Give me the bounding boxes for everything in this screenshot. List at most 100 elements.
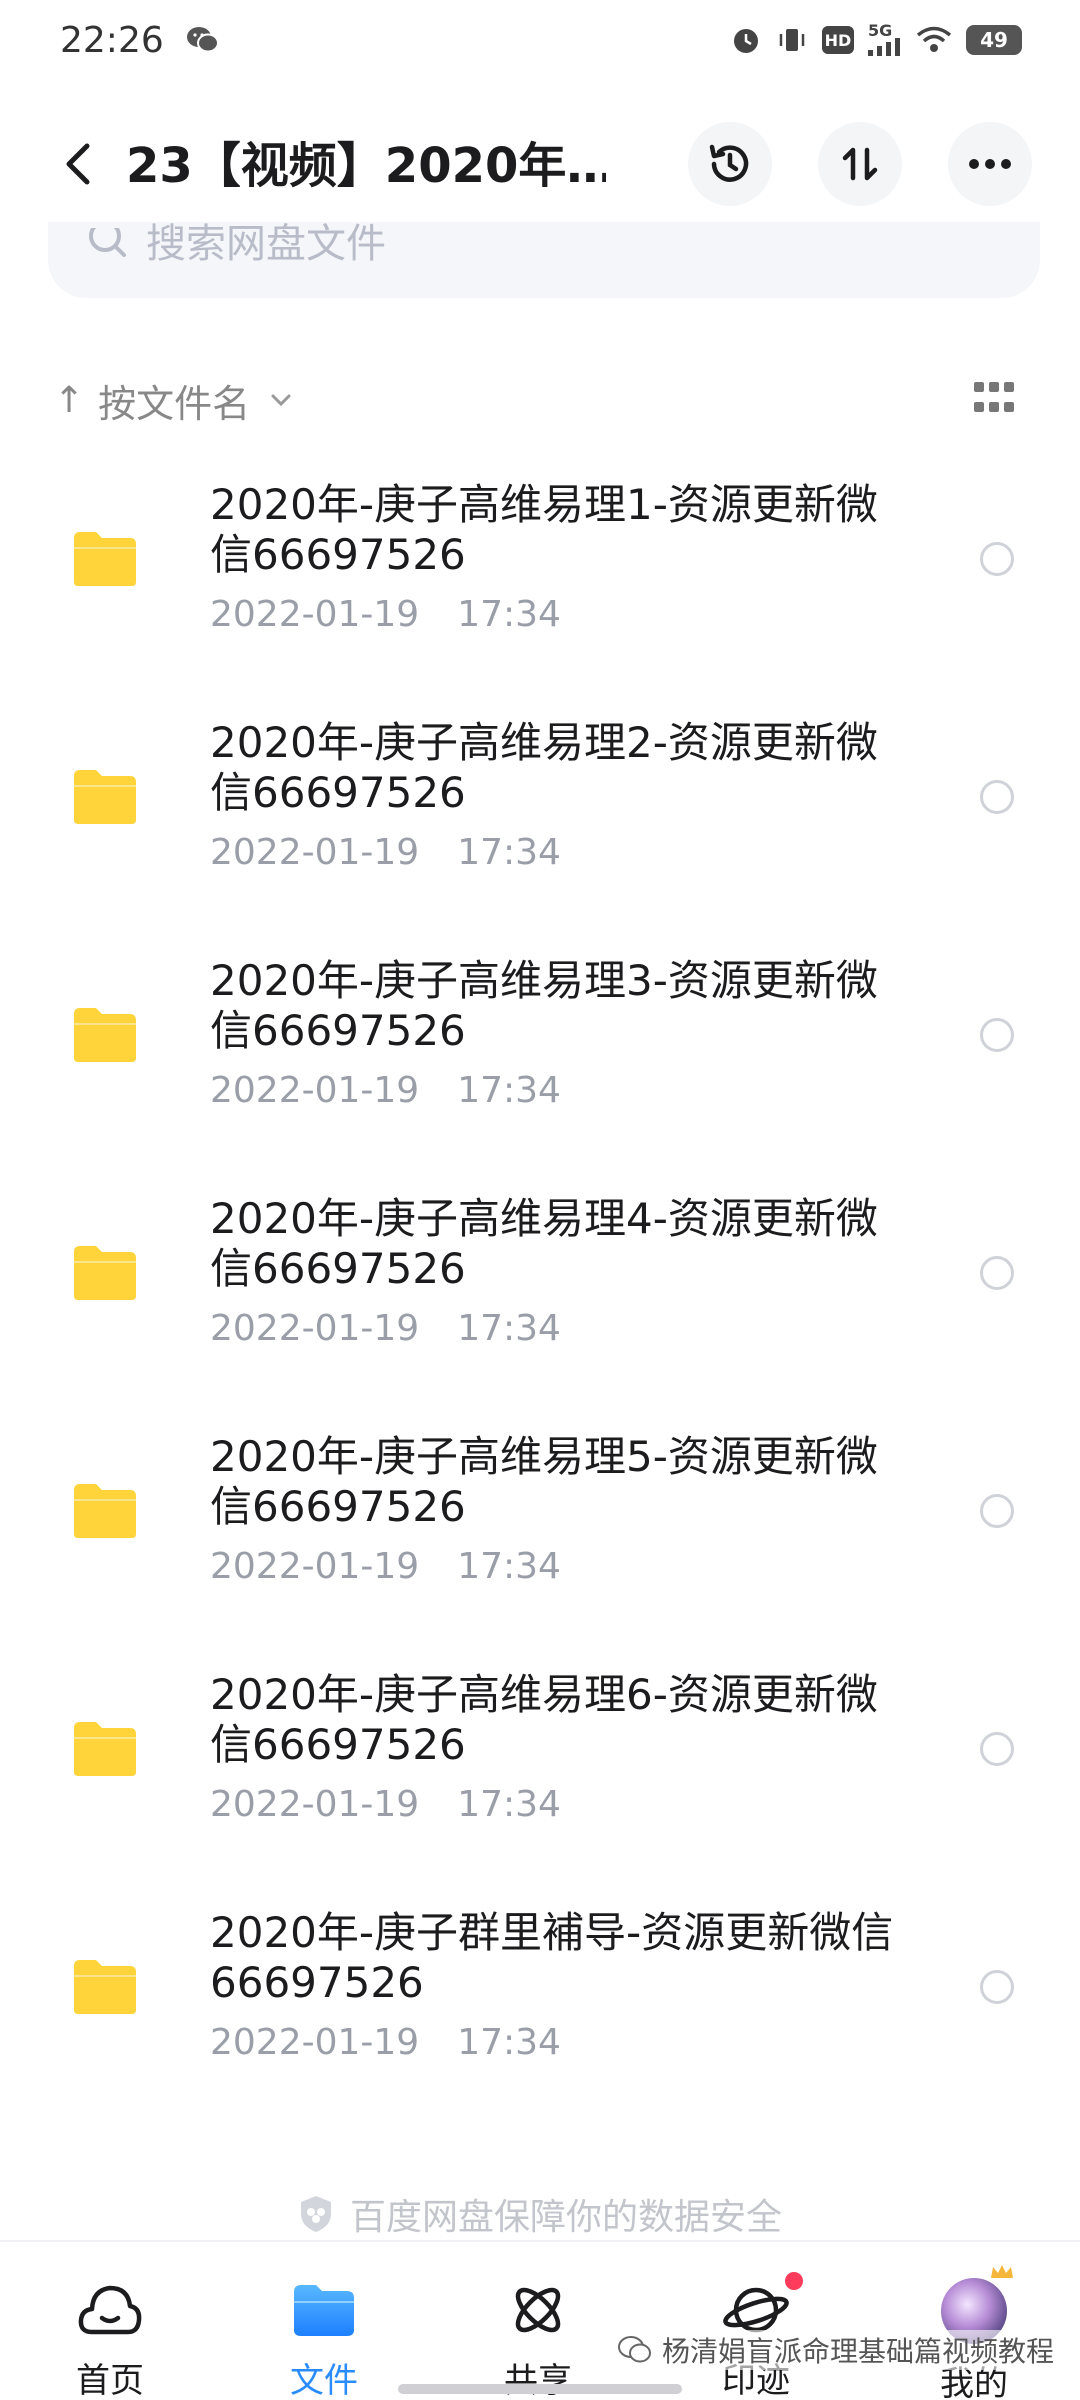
status-bar: 22:26 HD 5G 49: [0, 0, 1080, 80]
file-date: 2022-01-19: [210, 2022, 420, 2063]
sort-arrows-icon: [842, 147, 878, 181]
folder-icon: [74, 1484, 136, 1538]
grid-icon: [974, 382, 984, 392]
file-time: 17:34: [457, 1784, 561, 1825]
folder-icon: [74, 1722, 136, 1776]
file-meta: 2022-01-19 17:34: [210, 1546, 561, 1587]
sort-button[interactable]: [818, 122, 902, 206]
file-date: 2022-01-19: [210, 594, 420, 635]
search-icon: [89, 228, 126, 257]
select-radio[interactable]: [980, 1018, 1014, 1052]
battery-indicator: 49: [966, 25, 1022, 55]
watermark: 杨清娟盲派命理基础篇视频教程: [618, 2330, 1055, 2370]
list-item[interactable]: 2020年-庚子高维易理1-资源更新微信66697526 2022-01-19 …: [0, 468, 1080, 706]
select-radio[interactable]: [980, 542, 1014, 576]
file-name: 2020年-庚子高维易理6-资源更新微信66697526: [210, 1670, 878, 1769]
nav-mine[interactable]: 我的: [904, 2242, 1044, 2400]
file-date: 2022-01-19: [210, 832, 420, 873]
file-name: 2020年-庚子高维易理4-资源更新微信66697526: [210, 1194, 878, 1293]
nav-files[interactable]: 文件: [254, 2242, 394, 2400]
folder-tab-icon: [289, 2278, 359, 2341]
list-item[interactable]: 2020年-庚子高维易理6-资源更新微信66697526 2022-01-19 …: [0, 1658, 1080, 1896]
signal-icon: 5G: [868, 21, 902, 56]
nav-files-label: 文件: [290, 2361, 358, 2400]
select-radio[interactable]: [980, 780, 1014, 814]
folder-icon: [74, 770, 136, 824]
vibrate-icon: [776, 24, 808, 56]
select-radio[interactable]: [980, 1732, 1014, 1766]
more-icon: [969, 159, 1011, 169]
file-date: 2022-01-19: [210, 1070, 420, 1111]
status-time: 22:26: [60, 19, 164, 61]
file-meta: 2022-01-19 17:34: [210, 1070, 561, 1111]
wechat-logo-icon: [618, 2336, 651, 2363]
file-meta: 2022-01-19 17:34: [210, 1784, 561, 1825]
select-radio[interactable]: [980, 1494, 1014, 1528]
folder-icon: [74, 1246, 136, 1300]
file-time: 17:34: [457, 1308, 561, 1349]
sort-direction-icon: ↑: [54, 379, 85, 421]
page-title: 23【视频】2020年…: [126, 138, 606, 194]
file-meta: 2022-01-19 17:34: [210, 832, 561, 873]
nav-home-label: 首页: [76, 2361, 144, 2400]
network-label: 5G: [868, 21, 893, 40]
file-name: 2020年-庚子高维易理5-资源更新微信66697526: [210, 1432, 878, 1531]
watermark-text: 杨清娟盲派命理基础篇视频教程: [662, 2335, 1055, 2368]
nav-share[interactable]: 共享: [468, 2242, 608, 2400]
file-time: 17:34: [457, 2022, 561, 2063]
file-name: 2020年-庚子高维易理1-资源更新微信66697526: [210, 480, 878, 579]
bottom-nav: 首页 文件 共享 印迹 我的: [0, 2240, 1080, 2400]
alarm-icon: [730, 24, 762, 56]
file-meta: 2022-01-19 17:34: [210, 594, 561, 635]
search-input[interactable]: [146, 222, 846, 270]
file-list: 2020年-庚子高维易理1-资源更新微信66697526 2022-01-19 …: [0, 468, 1080, 2134]
status-right: HD 5G 49: [730, 21, 1022, 56]
list-item[interactable]: 2020年-庚子群里補导-资源更新微信66697526 2022-01-19 1…: [0, 1896, 1080, 2134]
chevron-left-icon: [66, 143, 90, 185]
list-item[interactable]: 2020年-庚子高维易理4-资源更新微信66697526 2022-01-19 …: [0, 1182, 1080, 1420]
file-time: 17:34: [457, 594, 561, 635]
file-name: 2020年-庚子高维易理3-资源更新微信66697526: [210, 956, 878, 1055]
file-date: 2022-01-19: [210, 1784, 420, 1825]
security-text: 百度网盘保障你的数据安全: [349, 2197, 782, 2238]
sort-by-name-toggle[interactable]: ↑ 按文件名: [54, 373, 292, 428]
file-meta: 2022-01-19 17:34: [210, 1308, 561, 1349]
list-item[interactable]: 2020年-庚子高维易理3-资源更新微信66697526 2022-01-19 …: [0, 944, 1080, 1182]
security-notice: 百度网盘保障你的数据安全: [0, 2186, 1080, 2242]
search-bar[interactable]: [48, 222, 1040, 298]
more-button[interactable]: [948, 122, 1032, 206]
file-meta: 2022-01-19 17:34: [210, 2022, 561, 2063]
wechat-notification-icon: [186, 25, 220, 55]
file-time: 17:34: [457, 832, 561, 873]
hd-badge: HD: [822, 26, 854, 54]
file-time: 17:34: [457, 1070, 561, 1111]
history-button[interactable]: [688, 122, 772, 206]
sort-row: ↑ 按文件名: [0, 360, 1080, 440]
status-left: 22:26: [60, 20, 220, 61]
file-name: 2020年-庚子群里補导-资源更新微信66697526: [210, 1908, 894, 2007]
list-item[interactable]: 2020年-庚子高维易理5-资源更新微信66697526 2022-01-19 …: [0, 1420, 1080, 1658]
folder-icon: [74, 1008, 136, 1062]
shield-icon: [300, 2196, 331, 2232]
header: 23【视频】2020年…: [0, 110, 1080, 220]
home-indicator: [398, 2384, 682, 2394]
nav-footprint[interactable]: 印迹: [686, 2242, 826, 2400]
folder-icon: [74, 532, 136, 586]
grid-view-toggle[interactable]: [974, 382, 1014, 418]
folder-icon: [74, 1960, 136, 2014]
atom-share-icon: [503, 2278, 573, 2341]
nav-home[interactable]: 首页: [40, 2242, 180, 2400]
history-icon: [709, 144, 749, 182]
crown-icon: [991, 2265, 1013, 2278]
file-date: 2022-01-19: [210, 1546, 420, 1587]
sort-label: 按文件名: [98, 381, 251, 426]
list-item[interactable]: 2020年-庚子高维易理2-资源更新微信66697526 2022-01-19 …: [0, 706, 1080, 944]
back-button[interactable]: [48, 134, 108, 194]
select-radio[interactable]: [980, 1970, 1014, 2004]
select-radio[interactable]: [980, 1256, 1014, 1290]
notification-badge: [785, 2272, 803, 2290]
file-name: 2020年-庚子高维易理2-资源更新微信66697526: [210, 718, 878, 817]
chevron-down-icon: [271, 394, 291, 407]
file-date: 2022-01-19: [210, 1308, 420, 1349]
wifi-icon: [916, 26, 952, 54]
